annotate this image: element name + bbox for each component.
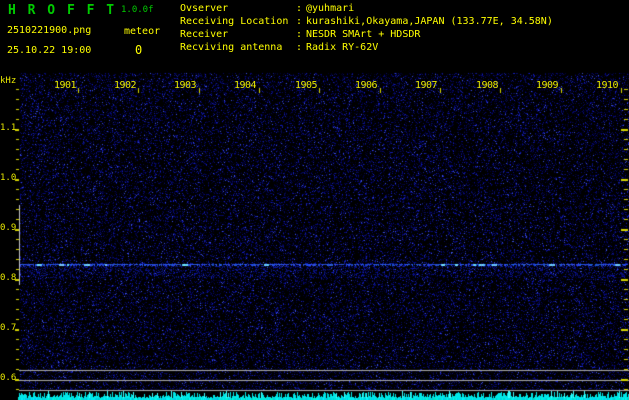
info-row-location: Receiving Location: kurashiki,Okayama,JAP… — [180, 15, 553, 28]
x-axis-tick-label: 1910 — [595, 80, 619, 91]
x-axis-tick-label: 1908 — [475, 80, 499, 91]
app-title: H R O F F T — [8, 3, 117, 18]
info-label: Receiver — [180, 29, 229, 40]
y-axis-tick-label: 0.8 — [0, 273, 17, 283]
y-axis-tick-label: 1.1 — [0, 123, 17, 133]
info-separator: : — [296, 16, 303, 27]
info-row-receiver: Receiver: NESDR SMArt + HDSDR — [180, 28, 553, 41]
info-value: kurashiki,Okayama,JAPAN (133.77E, 34.58N… — [306, 16, 553, 27]
info-label: Recviving antenna — [180, 42, 283, 53]
x-axis-tick-label: 1902 — [113, 80, 137, 91]
x-axis-tick-label: 1907 — [414, 80, 438, 91]
x-axis-tick-label: 1905 — [294, 80, 318, 91]
info-value: @yuhmari — [306, 3, 355, 14]
info-label: Ovserver — [180, 3, 229, 14]
info-separator: : — [296, 42, 303, 53]
observation-datetime: 25.10.22 19:00 — [7, 45, 92, 56]
info-row-observer: Ovserver: @yuhmari — [180, 2, 553, 15]
info-separator: : — [296, 29, 303, 40]
y-axis-tick-label: 0.7 — [0, 323, 17, 333]
info-row-antenna: Recviving antenna: Radix RY-62V — [180, 41, 553, 54]
y-axis-tick-label: 1.0 — [0, 173, 17, 183]
info-value: NESDR SMArt + HDSDR — [306, 29, 421, 40]
meteor-count-value: 0 — [135, 43, 143, 57]
x-axis-tick-label: 1901 — [53, 80, 77, 91]
info-label: Receiving Location — [180, 16, 289, 27]
x-axis-tick-label: 1906 — [354, 80, 378, 91]
hrofft-output-image: H R O F F T 1.0.0f 2510221900.png meteor… — [0, 0, 629, 400]
spectrogram-canvas — [0, 0, 629, 400]
x-axis-tick-label: 1903 — [173, 80, 197, 91]
info-separator: : — [296, 3, 303, 14]
observer-info-block: Ovserver: @yuhmari Receiving Location: kur… — [180, 2, 553, 54]
x-axis-tick-label: 1904 — [233, 80, 257, 91]
app-version: 1.0.0f — [121, 5, 154, 15]
y-axis-tick-label: 0.6 — [0, 373, 17, 383]
x-axis-tick-label: 1909 — [535, 80, 559, 91]
y-axis-tick-label: 0.9 — [0, 223, 17, 233]
output-filename: 2510221900.png — [7, 25, 92, 36]
y-axis-unit-label: kHz — [0, 76, 17, 86]
info-value: Radix RY-62V — [306, 42, 379, 53]
meteor-count-label: meteor — [124, 26, 161, 37]
